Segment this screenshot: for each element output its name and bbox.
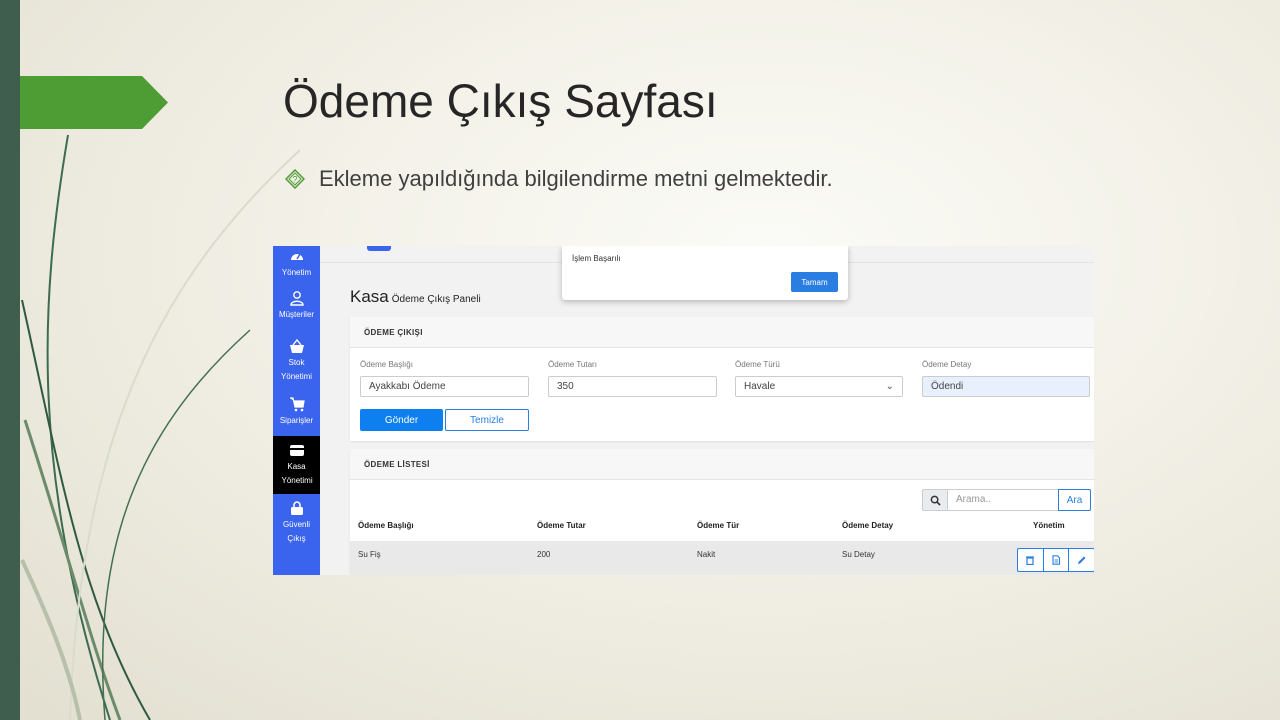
search-icon-box <box>922 489 948 511</box>
card-header-title: ÖDEME ÇIKIŞI <box>364 328 423 337</box>
column-header: Yönetim <box>1033 521 1065 530</box>
search-icon <box>930 495 941 506</box>
payment-detail-input[interactable]: Ödendi <box>922 376 1090 397</box>
field-label-detay: Ödeme Detay <box>922 360 972 369</box>
dashboard-icon <box>290 253 303 260</box>
card-header: ÖDEME LİSTESİ <box>350 449 1094 480</box>
payment-title-input[interactable]: Ayakkabı Ödeme <box>360 376 529 397</box>
table-row <box>350 541 1094 575</box>
sidebar-item-label: Müşteriler <box>278 310 315 319</box>
svg-text:?: ? <box>292 175 297 185</box>
sidebar-item-label: Yönetim <box>281 268 312 277</box>
payment-type-select[interactable]: Havale ⌄ <box>735 376 903 397</box>
modal-message: İşlem Başarılı <box>572 254 621 263</box>
slide-title: Ödeme Çıkış Sayfası <box>283 75 718 127</box>
app-screenshot: Yönetim Müşteriler Stok Yönetimi Sipariş… <box>273 246 1094 575</box>
sidebar: Yönetim Müşteriler Stok Yönetimi Sipariş… <box>273 246 320 575</box>
lock-icon <box>290 501 303 515</box>
basket-icon <box>289 338 304 353</box>
row-actions <box>1017 548 1094 572</box>
submit-button[interactable]: Gönder <box>360 409 443 431</box>
edit-button[interactable] <box>1069 549 1094 571</box>
success-modal: İşlem Başarılı Tamam <box>562 246 848 300</box>
payment-type-value: Havale <box>744 381 776 392</box>
delete-button[interactable] <box>1018 549 1044 571</box>
sidebar-item-yonetim[interactable]: Yönetim <box>273 246 320 280</box>
sidebar-item-label: Stok Yönetimi <box>280 358 313 381</box>
field-label-tur: Ödeme Türü <box>735 360 780 369</box>
diamond-question-icon: ? <box>285 169 305 189</box>
top-tab-indicator <box>367 246 391 251</box>
column-header: Ödeme Tutar <box>537 521 586 530</box>
table-cell: Nakit <box>697 550 716 559</box>
chevron-down-icon: ⌄ <box>885 381 894 392</box>
field-label-tutar: Ödeme Tutarı <box>548 360 597 369</box>
user-icon <box>289 291 304 306</box>
table-cell: Su Detay <box>842 550 875 559</box>
trash-icon <box>1026 556 1035 565</box>
page-subtitle: Ödeme Çıkış Paneli <box>391 294 481 305</box>
sidebar-item-stok-yonetimi[interactable]: Stok Yönetimi <box>273 338 320 384</box>
cart-icon <box>289 397 305 412</box>
bullet-text: Ekleme yapıldığında bilgilendirme metni … <box>319 166 833 191</box>
table-cell: 200 <box>537 550 551 559</box>
sidebar-item-musteriler[interactable]: Müşteriler <box>273 290 320 322</box>
document-icon <box>1052 555 1061 565</box>
bullet-point: ? Ekleme yapıldığında bilgilendirme metn… <box>285 166 833 192</box>
payment-amount-input[interactable]: 350 <box>548 376 717 397</box>
card-header-title: ÖDEME LİSTESİ <box>364 460 430 469</box>
column-header: Ödeme Detay <box>842 521 894 530</box>
wallet-icon <box>289 445 304 456</box>
page-title-main: Kasa <box>350 287 389 306</box>
sidebar-item-siparisler[interactable]: Siparişler <box>273 396 320 428</box>
field-label-baslik: Ödeme Başlığı <box>360 360 413 369</box>
column-header: Ödeme Tür <box>697 521 740 530</box>
left-color-band <box>0 0 20 720</box>
green-arrow-shape <box>20 76 168 129</box>
table-cell: Su Fiş <box>358 550 381 559</box>
sidebar-item-label: Kasa Yönetimi <box>281 462 313 485</box>
column-header: Ödeme Başlığı <box>358 521 414 530</box>
sidebar-item-kasa-yonetimi[interactable]: Kasa Yönetimi <box>273 436 320 494</box>
sidebar-item-guvenli-cikis[interactable]: Güvenli Çıkış <box>273 500 320 546</box>
sidebar-item-label: Güvenli Çıkış <box>282 520 311 543</box>
modal-ok-button[interactable]: Tamam <box>791 272 838 292</box>
search-button[interactable]: Ara <box>1058 489 1091 511</box>
card-header: ÖDEME ÇIKIŞI <box>350 317 1094 348</box>
pencil-icon <box>1077 556 1086 564</box>
sidebar-item-label: Siparişler <box>279 416 314 425</box>
detail-button[interactable] <box>1044 549 1070 571</box>
search-input[interactable]: Arama.. <box>948 489 1059 511</box>
clear-button[interactable]: Temizle <box>445 409 529 431</box>
page-title: Kasa Ödeme Çıkış Paneli <box>350 287 481 307</box>
